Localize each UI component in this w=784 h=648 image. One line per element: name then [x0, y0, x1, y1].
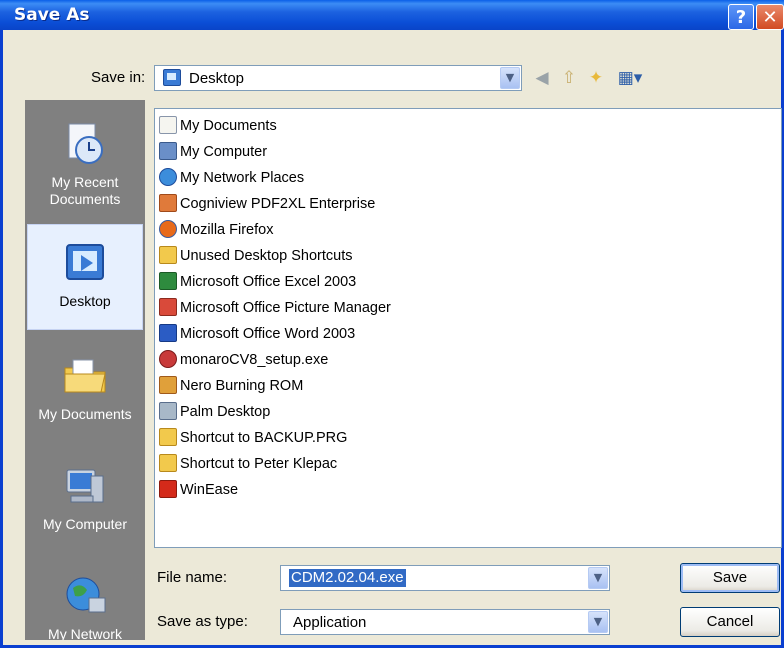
up-folder-icon[interactable]: ⇧	[558, 68, 580, 88]
folder-shortcut-icon	[159, 454, 177, 473]
winease-icon	[159, 480, 177, 499]
place-my-computer[interactable]: My Computer	[25, 442, 145, 554]
file-name: Microsoft Office Excel 2003	[180, 274, 357, 290]
my-documents-icon	[64, 359, 106, 393]
list-item[interactable]: My Computer	[159, 141, 267, 165]
list-item[interactable]: Shortcut to Peter Klepac	[159, 453, 337, 477]
place-desktop[interactable]: Desktop	[27, 224, 143, 330]
excel-icon	[159, 272, 177, 291]
file-name: WinEase	[180, 482, 239, 498]
list-item[interactable]: Microsoft Office Picture Manager	[159, 297, 391, 321]
save-as-type-label: Save as type:	[157, 613, 248, 630]
desktop-icon	[66, 244, 104, 280]
new-folder-icon[interactable]: ✦	[585, 68, 607, 88]
views-menu-icon[interactable]: ▦▾	[615, 68, 645, 88]
list-item[interactable]: Cogniview PDF2XL Enterprise	[159, 193, 375, 217]
file-list[interactable]: My Documents My Computer My Network Plac…	[154, 108, 782, 548]
back-icon[interactable]: ◀	[531, 68, 553, 88]
save-in-label: Save in:	[91, 69, 146, 86]
place-my-recent-documents[interactable]: My Recent Documents	[25, 100, 145, 212]
chevron-down-icon[interactable]: ▼	[588, 567, 608, 589]
computer-icon	[159, 142, 177, 161]
place-label: Desktop	[59, 293, 111, 309]
list-item[interactable]: Nero Burning ROM	[159, 375, 303, 399]
file-name: Nero Burning ROM	[180, 378, 304, 394]
list-item[interactable]: WinEase	[159, 479, 238, 503]
file-name: Palm Desktop	[180, 404, 271, 420]
setup-exe-icon	[159, 350, 177, 369]
file-name: My Documents	[180, 118, 277, 134]
file-name-value: CDM2.02.04.exe	[289, 569, 406, 587]
folder-shortcut-icon	[159, 428, 177, 447]
close-button[interactable]: ✕	[756, 4, 784, 30]
folder-documents-icon	[159, 116, 177, 135]
place-label: My Documents	[38, 406, 132, 422]
file-name: monaroCV8_setup.exe	[180, 352, 329, 368]
file-name: My Computer	[180, 144, 268, 160]
word-icon	[159, 324, 177, 343]
help-button[interactable]: ?	[728, 4, 754, 30]
list-item[interactable]: Mozilla Firefox	[159, 219, 273, 243]
picture-manager-icon	[159, 298, 177, 317]
recent-documents-icon	[68, 123, 103, 164]
window-title: Save As	[14, 5, 90, 25]
list-item[interactable]: Microsoft Office Word 2003	[159, 323, 355, 347]
palm-icon	[159, 402, 177, 421]
place-label: My Recent Documents	[49, 174, 121, 207]
desktop-icon	[163, 69, 181, 86]
place-label: My Network	[48, 626, 122, 640]
file-name: My Network Places	[180, 170, 305, 186]
file-name: Unused Desktop Shortcuts	[180, 248, 353, 264]
save-as-type-value: Application	[293, 614, 367, 631]
chevron-down-icon[interactable]: ▼	[588, 611, 608, 633]
nero-icon	[159, 376, 177, 395]
file-name: Microsoft Office Word 2003	[180, 326, 356, 342]
place-label: My Computer	[42, 516, 128, 532]
file-name-input[interactable]: CDM2.02.04.exe ▼	[280, 565, 610, 591]
folder-icon	[159, 246, 177, 265]
places-bar: My Recent Documents Desktop My Documents	[25, 100, 145, 640]
file-name: Shortcut to BACKUP.PRG	[180, 430, 348, 446]
save-as-dialog: Save As ? ✕ Save in: Desktop ▼ ◀ ⇧ ✦ ▦▾ …	[0, 0, 784, 648]
place-my-documents[interactable]: My Documents	[25, 332, 145, 444]
shortcut-app-icon	[159, 194, 177, 213]
file-name-label: File name:	[157, 569, 228, 586]
list-item[interactable]: My Documents	[159, 115, 277, 139]
file-name: Microsoft Office Picture Manager	[180, 300, 391, 316]
save-in-value: Desktop	[189, 70, 245, 87]
chevron-down-icon[interactable]: ▼	[500, 67, 520, 89]
save-as-type-dropdown[interactable]: Application ▼	[280, 609, 610, 635]
list-item[interactable]: Microsoft Office Excel 2003	[159, 271, 356, 295]
save-in-dropdown[interactable]: Desktop ▼	[154, 65, 522, 91]
list-item[interactable]: Shortcut to BACKUP.PRG	[159, 427, 347, 451]
title-bar[interactable]: Save As ? ✕	[0, 0, 784, 30]
save-button[interactable]: Save	[680, 563, 780, 593]
list-item[interactable]: Palm Desktop	[159, 401, 270, 425]
firefox-icon	[159, 220, 177, 239]
my-computer-icon	[66, 469, 104, 503]
cancel-button[interactable]: Cancel	[680, 607, 780, 637]
list-item[interactable]: monaroCV8_setup.exe	[159, 349, 328, 373]
place-my-network[interactable]: My Network	[25, 552, 145, 640]
network-places-icon	[159, 168, 177, 187]
file-name: Mozilla Firefox	[180, 222, 274, 238]
file-name: Shortcut to Peter Klepac	[180, 456, 338, 472]
list-item[interactable]: My Network Places	[159, 167, 304, 191]
list-item[interactable]: Unused Desktop Shortcuts	[159, 245, 352, 269]
my-network-icon	[66, 577, 106, 613]
file-name: Cogniview PDF2XL Enterprise	[180, 196, 376, 212]
